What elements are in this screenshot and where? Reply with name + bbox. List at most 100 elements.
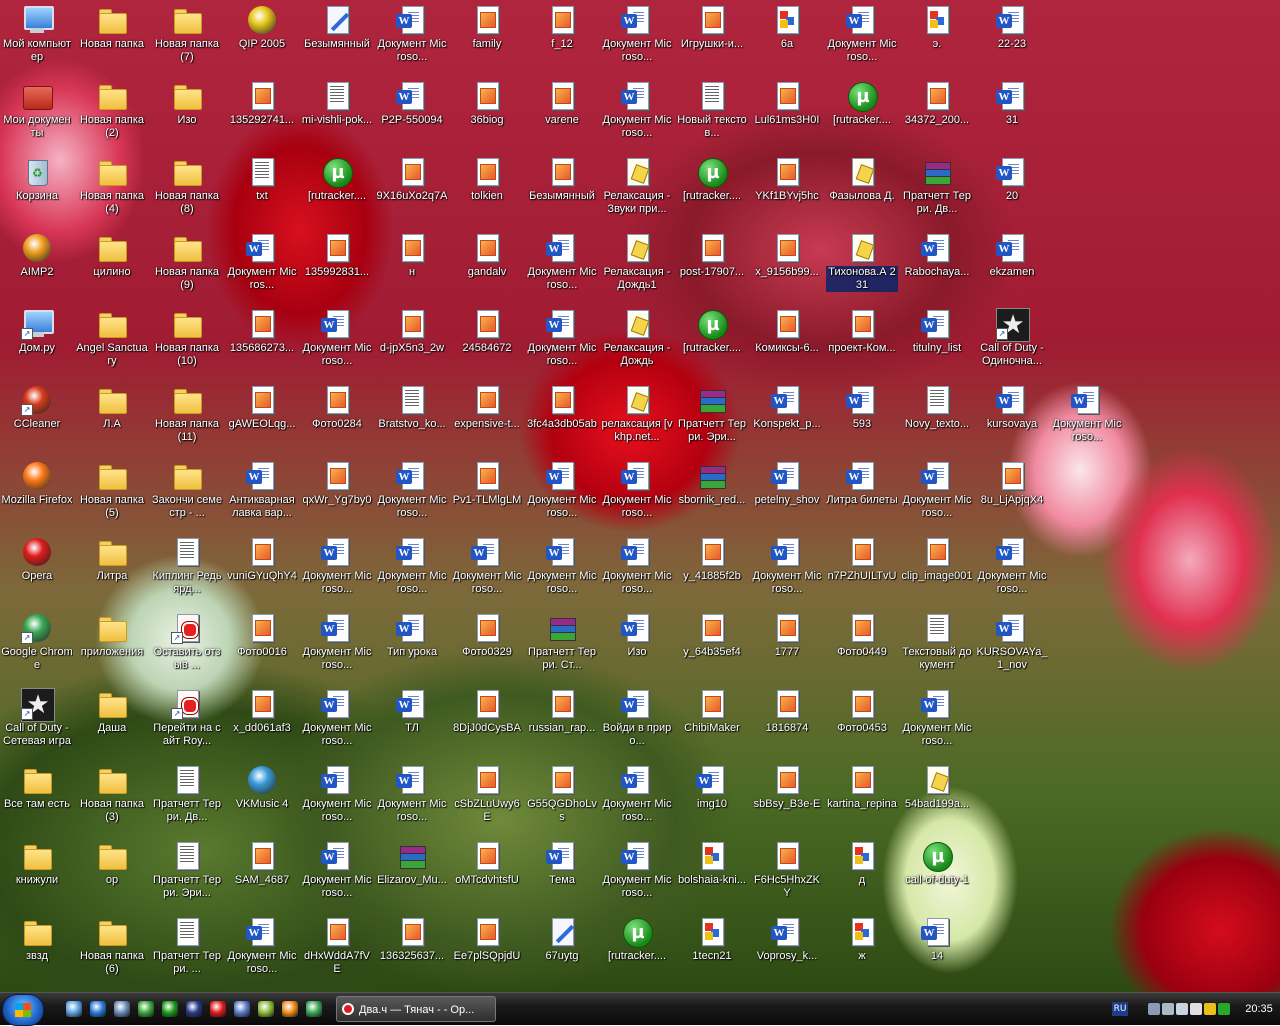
desktop-icon[interactable]: 1777: [750, 610, 824, 682]
desktop-icon[interactable]: Новая папка (4): [75, 154, 149, 226]
desktop-icon[interactable]: Пратчетт Терри. Дв...: [150, 762, 224, 834]
desktop-icon[interactable]: 54bad199a...: [900, 762, 974, 834]
desktop-icon[interactable]: YKf1BYvj5hc: [750, 154, 824, 226]
desktop-icon[interactable]: 67uytg: [525, 914, 599, 986]
desktop-icon[interactable]: 34372_200...: [900, 78, 974, 150]
desktop-icon[interactable]: W Документ Microso...: [600, 534, 674, 606]
desktop-icon[interactable]: W Антикварная лавка вар...: [225, 458, 299, 530]
desktop-icon[interactable]: Комиксы-6...: [750, 306, 824, 378]
desktop-icon[interactable]: vuniGYuQhY4: [225, 534, 299, 606]
desktop-icon[interactable]: W Документ Microso...: [300, 534, 374, 606]
desktop-icon[interactable]: W Документ Microso...: [525, 534, 599, 606]
desktop-icon[interactable]: W Документ Microso...: [750, 534, 824, 606]
desktop-icon[interactable]: W 31: [975, 78, 1049, 150]
desktop-icon[interactable]: 135292741...: [225, 78, 299, 150]
desktop-icon[interactable]: Изо: [150, 78, 224, 150]
desktop-icon[interactable]: W Документ Microso...: [900, 458, 974, 530]
desktop-icon[interactable]: Angel Sanctuary: [75, 306, 149, 378]
desktop-icon[interactable]: Фото0016: [225, 610, 299, 682]
desktop-icon[interactable]: W Документ Microso...: [600, 2, 674, 74]
desktop-icon[interactable]: ♻ Корзина: [0, 154, 74, 226]
desktop-icon[interactable]: Релаксация - Дождь1: [600, 230, 674, 302]
desktop-icon[interactable]: gAWEOLqg...: [225, 382, 299, 454]
desktop-icon[interactable]: W Документ Microso...: [600, 838, 674, 910]
desktop-icon[interactable]: проект-Ком...: [825, 306, 899, 378]
opera-icon[interactable]: [210, 1001, 226, 1017]
show-desktop-icon[interactable]: [66, 1001, 82, 1017]
desktop-icon[interactable]: Novy_texto...: [900, 382, 974, 454]
desktop-icon[interactable]: W Изо: [600, 610, 674, 682]
desktop-icon[interactable]: W Rabochaya...: [900, 230, 974, 302]
desktop-icon[interactable]: qxWr_Yg7by0: [300, 458, 374, 530]
desktop-icon[interactable]: W Тема: [525, 838, 599, 910]
desktop-icon[interactable]: W Войди в приро...: [600, 686, 674, 758]
desktop-icon[interactable]: W 593: [825, 382, 899, 454]
desktop-icon[interactable]: varene: [525, 78, 599, 150]
desktop-icon[interactable]: д: [825, 838, 899, 910]
clock[interactable]: 20:35: [1240, 993, 1278, 1025]
desktop-icon[interactable]: VKMusic 4: [225, 762, 299, 834]
language-indicator[interactable]: RU: [1112, 1002, 1128, 1016]
safely-remove-icon[interactable]: [1162, 1003, 1174, 1015]
desktop-icon[interactable]: Л.А: [75, 382, 149, 454]
desktop-icon[interactable]: W Документ Microso...: [900, 686, 974, 758]
desktop-icon[interactable]: Все там есть: [0, 762, 74, 834]
desktop-icon[interactable]: ж: [825, 914, 899, 986]
desktop-icon[interactable]: W Документ Microso...: [525, 458, 599, 530]
desktop-icon[interactable]: op: [75, 838, 149, 910]
desktop-icon[interactable]: Pv1-TLMlgLM: [450, 458, 524, 530]
desktop-icon[interactable]: Новая папка (2): [75, 78, 149, 150]
desktop-icon[interactable]: SAM_4687: [225, 838, 299, 910]
network-icon[interactable]: [138, 1001, 154, 1017]
desktop-icon[interactable]: gandalv: [450, 230, 524, 302]
shield-icon[interactable]: [1204, 1003, 1216, 1015]
desktop-icon[interactable]: Новая папка (10): [150, 306, 224, 378]
odnoklassniki-icon[interactable]: [282, 1001, 298, 1017]
desktop[interactable]: Мой компьютер Мои документы ♻ Корзина AIMP2 ↗…: [0, 0, 1280, 992]
desktop-icon[interactable]: W Литра билеты: [825, 458, 899, 530]
desktop-icon[interactable]: W ТЛ: [375, 686, 449, 758]
desktop-icon[interactable]: µ call-of-duty-1: [900, 838, 974, 910]
desktop-icon[interactable]: W 14: [900, 914, 974, 986]
desktop-icon[interactable]: W 22-23: [975, 2, 1049, 74]
desktop-icon[interactable]: 8DjJ0dCysBA: [450, 686, 524, 758]
desktop-icon[interactable]: Wimg10: [675, 762, 749, 834]
desktop-icon[interactable]: Даша: [75, 686, 149, 758]
desktop-icon[interactable]: W Документ Microso...: [375, 762, 449, 834]
desktop-icon[interactable]: y_64b35ef4: [675, 610, 749, 682]
desktop-icon[interactable]: Тихонова.А 231: [825, 230, 899, 302]
desktop-icon[interactable]: 36biog: [450, 78, 524, 150]
desktop-icon[interactable]: Текстовый документ: [900, 610, 974, 682]
desktop-icon[interactable]: W KURSOVAYa_1_nov: [975, 610, 1049, 682]
network-tray-icon[interactable]: [1148, 1003, 1160, 1015]
taskbar-window-button[interactable]: Два.ч — Тянач - - Op...: [336, 996, 496, 1022]
desktop-icon[interactable]: expensive-t...: [450, 382, 524, 454]
desktop-icon[interactable]: ↗ Дом.ру: [0, 306, 74, 378]
desktop-icon[interactable]: W Документ Microso...: [300, 762, 374, 834]
desktop-icon[interactable]: Opera: [0, 534, 74, 606]
desktop-icon[interactable]: d-jpX5n3_2w: [375, 306, 449, 378]
desktop-icon[interactable]: oMTcdvhtsfU: [450, 838, 524, 910]
desktop-icon[interactable]: Пратчетт Терри. Эри...: [150, 838, 224, 910]
utorrent-icon[interactable]: [162, 1001, 178, 1017]
desktop-icon[interactable]: Wpetelny_shov: [750, 458, 824, 530]
desktop-icon[interactable]: Пратчетт Терри. Дв...: [900, 154, 974, 226]
desktop-icon[interactable]: Wtitulny_list: [900, 306, 974, 378]
desktop-icon[interactable]: ↗ CCleaner: [0, 382, 74, 454]
desktop-icon[interactable]: 136325637...: [375, 914, 449, 986]
desktop-icon[interactable]: 3fc4a3db05ab: [525, 382, 599, 454]
desktop-icon[interactable]: W Документ Microso...: [300, 610, 374, 682]
desktop-icon[interactable]: W Документ Microso...: [450, 534, 524, 606]
desktop-icon[interactable]: Lul61ms3H0I: [750, 78, 824, 150]
desktop-icon[interactable]: W 20: [975, 154, 1049, 226]
desktop-icon[interactable]: Игрушки-и...: [675, 2, 749, 74]
desktop-icon[interactable]: W Документ Microso...: [300, 686, 374, 758]
desktop-icon[interactable]: Безымянный: [300, 2, 374, 74]
desktop-icon[interactable]: Фото0453: [825, 686, 899, 758]
desktop-icon[interactable]: W Документ Microso...: [600, 78, 674, 150]
desktop-icon[interactable]: W Документ Microso...: [375, 534, 449, 606]
desktop-icon[interactable]: 135992831...: [300, 230, 374, 302]
desktop-icon[interactable]: kartina_repina: [825, 762, 899, 834]
monitor-icon[interactable]: [114, 1001, 130, 1017]
desktop-icon[interactable]: 9X16uXo2q7A: [375, 154, 449, 226]
